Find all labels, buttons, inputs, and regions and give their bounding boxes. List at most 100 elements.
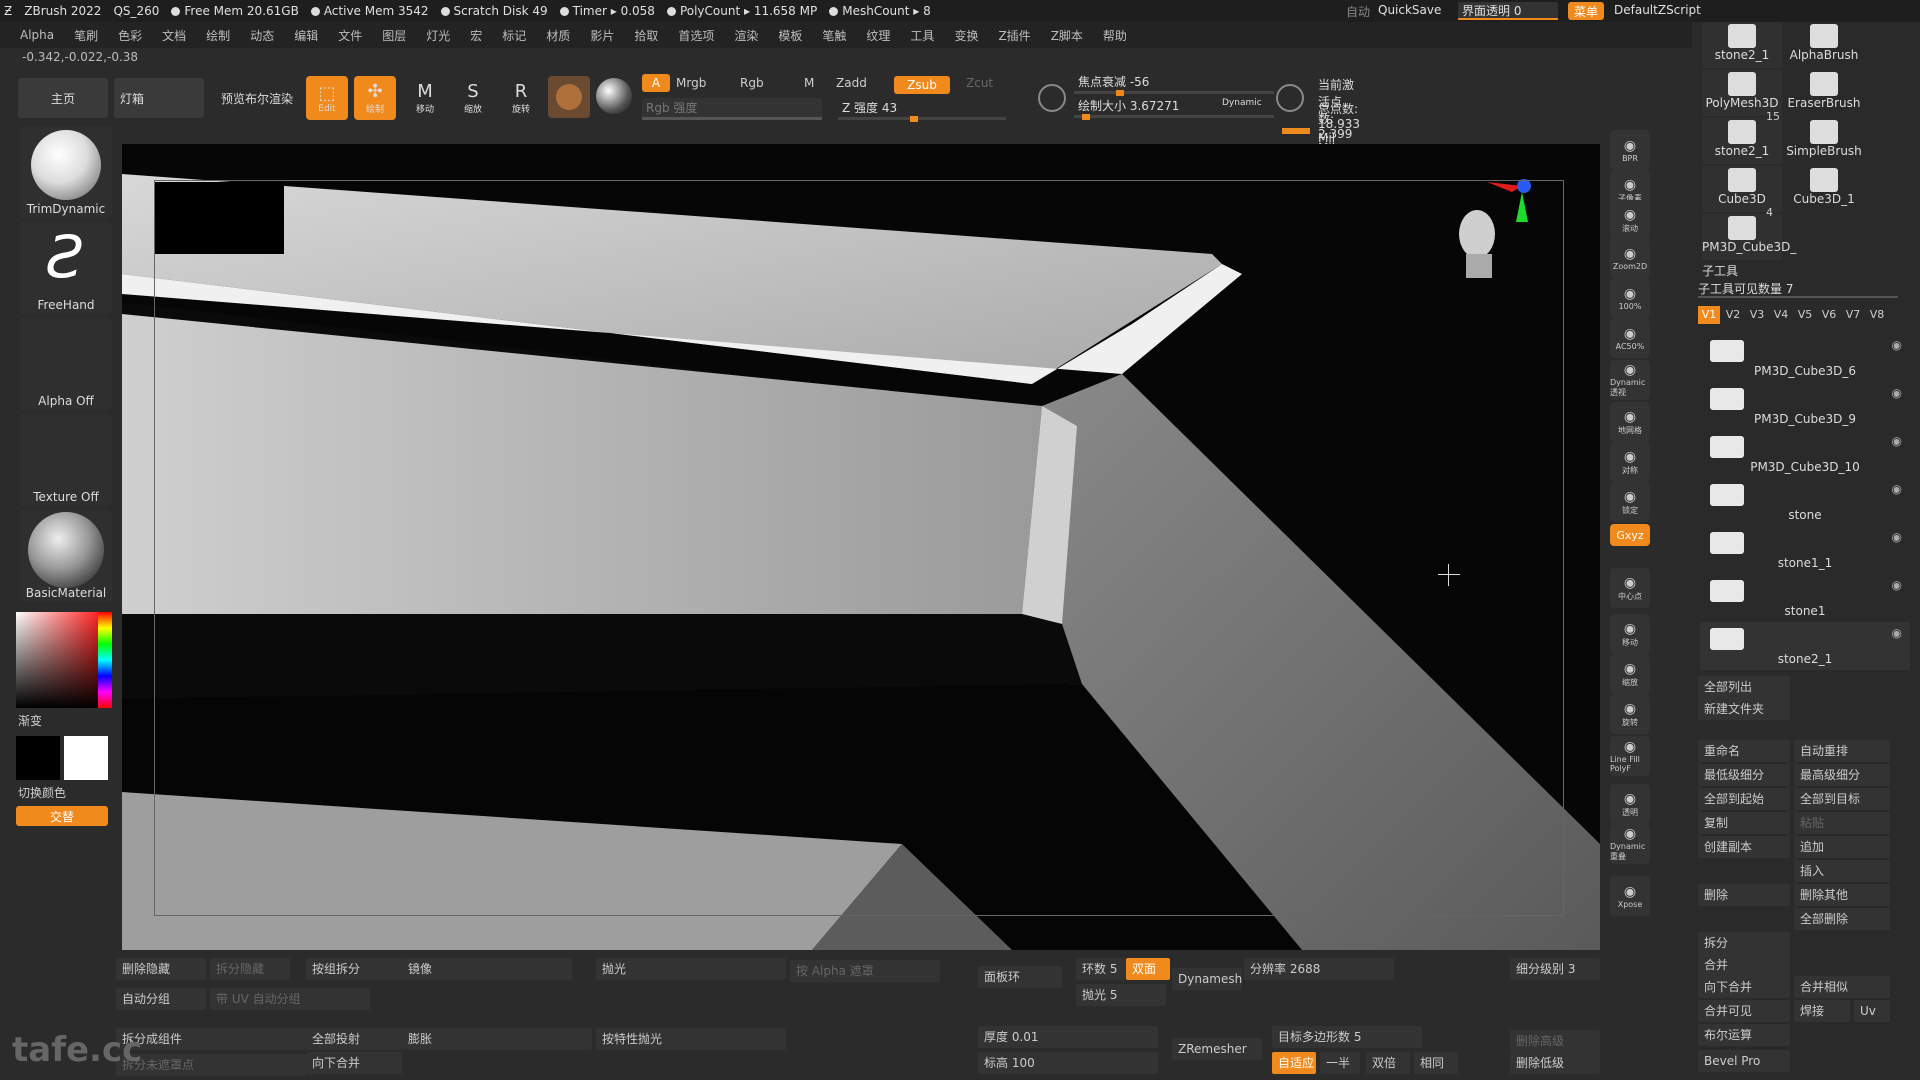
menu-item[interactable]: 纹理 bbox=[866, 27, 890, 44]
zadd-button[interactable]: Zadd bbox=[836, 76, 867, 90]
subtool-item[interactable]: ◉ stone2_1 bbox=[1700, 622, 1910, 670]
tool-thumb[interactable]: AlphaBrush bbox=[1784, 22, 1864, 68]
alternate-button[interactable]: 交替 bbox=[16, 806, 108, 826]
version-tab-v7[interactable]: V7 bbox=[1842, 306, 1864, 324]
subtool-item[interactable]: ◉ stone1 bbox=[1700, 574, 1910, 622]
boolean-button[interactable]: 布尔运算 bbox=[1698, 1024, 1790, 1046]
strip---button[interactable]: ◉ 中心点 bbox=[1610, 568, 1650, 608]
material-slot[interactable]: BasicMaterial bbox=[20, 510, 112, 602]
strip-zoom2d-button[interactable]: ◉ Zoom2D bbox=[1610, 238, 1650, 278]
menu-item[interactable]: 色彩 bbox=[118, 27, 142, 44]
face-loop-control[interactable]: 面板环 bbox=[978, 966, 1062, 988]
strip---button[interactable]: ◉ 对称 bbox=[1610, 442, 1650, 482]
eye-icon[interactable]: ◉ bbox=[1892, 482, 1902, 496]
quicksave-button[interactable]: QuickSave bbox=[1378, 3, 1441, 17]
del-hidden-control[interactable]: 删除隐藏 bbox=[116, 958, 206, 980]
loops-control[interactable]: 环数 5 bbox=[1076, 958, 1126, 980]
eye-icon[interactable]: ◉ bbox=[1892, 530, 1902, 544]
strip---button[interactable]: ◉ 锁定 bbox=[1610, 482, 1650, 522]
merge-button[interactable]: 合并 bbox=[1698, 954, 1790, 976]
weld-button[interactable]: 焊接 bbox=[1794, 1000, 1850, 1022]
strip-xpose-button[interactable]: ◉ Xpose bbox=[1610, 876, 1650, 916]
strip-gxyz-button[interactable]: Gxyz bbox=[1610, 524, 1650, 546]
subtool-item[interactable]: ◉ PM3D_Cube3D_6 bbox=[1700, 334, 1910, 382]
version-tab-v6[interactable]: V6 bbox=[1818, 306, 1840, 324]
extract-points-control[interactable]: 拆分未遮罩点 bbox=[116, 1054, 306, 1076]
stroke-freehand[interactable]: Ƨ FreeHand bbox=[20, 222, 112, 314]
resolution-control[interactable]: 分辨率 2688 bbox=[1244, 958, 1394, 980]
eye-icon[interactable]: ◉ bbox=[1892, 578, 1902, 592]
subtool-item[interactable]: ◉ PM3D_Cube3D_9 bbox=[1700, 382, 1910, 430]
append-button[interactable]: 追加 bbox=[1794, 836, 1890, 858]
menu-item[interactable]: Z插件 bbox=[998, 27, 1030, 44]
menu-item[interactable]: 宏 bbox=[470, 27, 482, 44]
polish5-control[interactable]: 抛光 5 bbox=[1076, 984, 1166, 1006]
menu-item[interactable]: Z脚本 bbox=[1051, 27, 1083, 44]
menu-item[interactable]: 渲染 bbox=[734, 27, 758, 44]
focal-shift-icon[interactable] bbox=[1038, 84, 1066, 112]
double-control[interactable]: 双面 bbox=[1126, 958, 1170, 980]
menu-item[interactable]: 文档 bbox=[162, 27, 186, 44]
strip-bpr-button[interactable]: ◉ BPR bbox=[1610, 130, 1650, 170]
home-button[interactable]: 主页 bbox=[18, 78, 108, 118]
scale-button[interactable]: S 缩放 bbox=[452, 76, 494, 120]
z-intensity-slider[interactable]: Z 强度 43 bbox=[838, 98, 1006, 122]
half-control[interactable]: 一半 bbox=[1320, 1052, 1360, 1074]
version-tab-v2[interactable]: V2 bbox=[1722, 306, 1744, 324]
menu-item[interactable]: Alpha bbox=[20, 28, 54, 42]
mrgb-button[interactable]: Mrgb bbox=[676, 76, 706, 90]
menu-item[interactable]: 标记 bbox=[502, 27, 526, 44]
tool-thumb[interactable]: EraserBrush bbox=[1784, 70, 1864, 116]
tool-thumb[interactable]: stone2_1 bbox=[1702, 22, 1782, 68]
dynamic-toggle[interactable]: Dynamic bbox=[1222, 98, 1262, 108]
draw-button[interactable]: ✣ 绘制 bbox=[354, 76, 396, 120]
version-tab-v3[interactable]: V3 bbox=[1746, 306, 1768, 324]
sub-level-control[interactable]: 细分级别 3 bbox=[1510, 958, 1600, 980]
delete-button[interactable]: 删除 bbox=[1698, 884, 1790, 906]
menu-item[interactable]: 图层 bbox=[382, 27, 406, 44]
merge-down-button[interactable]: 向下合并 bbox=[1698, 976, 1790, 998]
a-button[interactable]: A bbox=[642, 74, 670, 92]
merge-down-control[interactable]: 向下合并 bbox=[306, 1052, 402, 1074]
project-all-control[interactable]: 全部投射 bbox=[306, 1028, 402, 1050]
visible-count-slider[interactable]: 子工具可见数量 7 bbox=[1698, 280, 1898, 298]
menu-item[interactable]: 绘制 bbox=[206, 27, 230, 44]
eye-icon[interactable]: ◉ bbox=[1892, 434, 1902, 448]
polish-feat-control[interactable]: 按特性抛光 bbox=[596, 1028, 786, 1050]
bevel-pro-button[interactable]: Bevel Pro bbox=[1698, 1050, 1790, 1072]
paste-button[interactable]: 粘贴 bbox=[1794, 812, 1890, 834]
lowest-sub-button[interactable]: 最低级细分 bbox=[1698, 764, 1790, 786]
m-button[interactable]: M bbox=[804, 76, 814, 90]
height-control[interactable]: 标高 100 bbox=[978, 1052, 1158, 1074]
uv-groups-control[interactable]: 带 UV 自动分组 bbox=[210, 988, 370, 1010]
menu-item[interactable]: 编辑 bbox=[294, 27, 318, 44]
menu-item[interactable]: 材质 bbox=[546, 27, 570, 44]
inflate-control[interactable]: 膨胀 bbox=[402, 1028, 592, 1050]
strip---button[interactable]: ◉ 地网格 bbox=[1610, 402, 1650, 442]
menu-item[interactable]: 工具 bbox=[910, 27, 934, 44]
version-tab-v1[interactable]: V1 bbox=[1698, 306, 1720, 324]
eye-icon[interactable]: ◉ bbox=[1892, 626, 1902, 640]
tool-thumb[interactable]: stone2_1 bbox=[1702, 118, 1782, 164]
insert-button[interactable]: 插入 bbox=[1794, 860, 1890, 882]
doubled-control[interactable]: 双倍 bbox=[1366, 1052, 1410, 1074]
del-higher-control[interactable]: 删除高级 bbox=[1510, 1030, 1600, 1052]
alpha-slot[interactable]: Alpha Off bbox=[20, 318, 112, 410]
bpr-preview-button[interactable]: 预览布尔渲染 bbox=[210, 78, 304, 118]
strip-dynamic--button[interactable]: ◉ Dynamic 重叠 bbox=[1610, 824, 1650, 864]
eye-icon[interactable]: ◉ bbox=[1892, 338, 1902, 352]
rename-button[interactable]: 重命名 bbox=[1698, 740, 1790, 762]
script-label[interactable]: DefaultZScript bbox=[1614, 3, 1701, 17]
menu-item[interactable]: 笔刷 bbox=[74, 27, 98, 44]
menu-item[interactable]: 文件 bbox=[338, 27, 362, 44]
split-groups-control[interactable]: 按组拆分 bbox=[306, 958, 402, 980]
brush-trimdynamic[interactable]: TrimDynamic bbox=[20, 126, 112, 218]
menu-item[interactable]: 首选项 bbox=[678, 27, 714, 44]
zsub-button[interactable]: Zsub bbox=[894, 76, 950, 94]
mirror-control[interactable]: 镜像 bbox=[402, 958, 572, 980]
adapt-control[interactable]: 自适应 bbox=[1272, 1052, 1316, 1074]
all-to-start-button[interactable]: 全部到起始 bbox=[1698, 788, 1790, 810]
lightbox-button[interactable]: 灯箱 bbox=[114, 78, 204, 118]
texture-slot[interactable]: Texture Off bbox=[20, 414, 112, 506]
edit-button[interactable]: ⬚ Edit bbox=[306, 76, 348, 120]
